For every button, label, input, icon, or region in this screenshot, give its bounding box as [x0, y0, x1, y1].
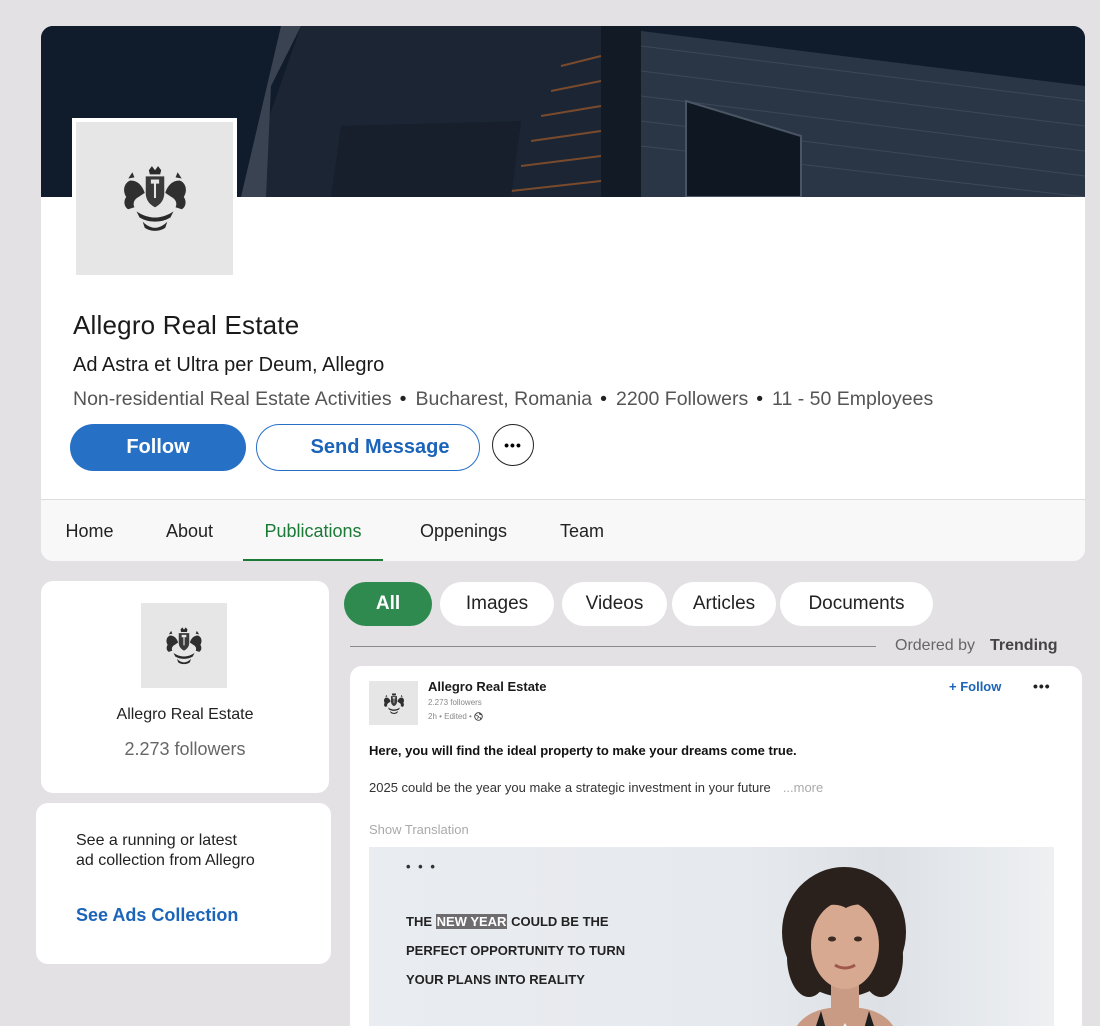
post-followers: 2.273 followers — [428, 698, 482, 707]
caption-text: THE — [406, 914, 436, 929]
filter-documents[interactable]: Documents — [780, 582, 933, 626]
post-card: Allegro Real Estate 2.273 followers 2h •… — [350, 666, 1082, 1026]
more-options-icon[interactable]: ••• — [492, 424, 534, 466]
show-translation-link[interactable]: Show Translation — [369, 822, 469, 837]
caption-highlight: NEW YEAR — [435, 914, 508, 929]
company-name: Allegro Real Estate — [73, 310, 300, 340]
profile-tabs: Home About Publications Oppenings Team — [41, 499, 1085, 561]
tab-team[interactable]: Team — [558, 500, 606, 561]
meta-separator: • — [756, 388, 764, 410]
company-profile-card: Allegro Real Estate Ad Astra et Ultra pe… — [41, 26, 1085, 561]
ads-description: See a running or latest ad collection fr… — [76, 832, 255, 869]
post-body: 2025 could be the year you make a strate… — [369, 780, 823, 795]
person-photo — [782, 867, 906, 1026]
post-more-icon[interactable]: ••• — [1033, 678, 1051, 694]
send-message-button[interactable]: Send Message — [256, 424, 480, 471]
company-meta: Non-residential Real Estate Activities •… — [73, 388, 933, 411]
summary-company-name: Allegro Real Estate — [116, 706, 254, 723]
meta-separator: • — [399, 388, 407, 410]
order-label: Ordered by — [895, 637, 976, 654]
globe-icon — [474, 712, 483, 721]
filter-articles[interactable]: Articles — [672, 582, 776, 626]
crest-logo-icon — [166, 626, 202, 664]
post-headline: Here, you will find the ideal property t… — [369, 743, 797, 758]
post-image[interactable]: • • • THE NEW YEAR COULD BE THE PERFECT … — [369, 847, 1054, 1026]
post-follow-button[interactable]: + Follow — [949, 679, 1001, 694]
crest-logo-icon — [123, 165, 186, 231]
tab-oppenings[interactable]: Oppenings — [415, 500, 512, 561]
tab-publications[interactable]: Publications — [243, 500, 383, 561]
ads-collection-card: See a running or latest ad collection fr… — [36, 803, 331, 964]
industry: Non-residential Real Estate Activities — [73, 388, 392, 410]
follow-button[interactable]: Follow — [70, 424, 246, 471]
location: Bucharest, Romania — [415, 388, 593, 410]
company-summary-card: Allegro Real Estate 2.273 followers — [41, 581, 329, 793]
tab-home[interactable]: Home — [62, 500, 117, 561]
filter-videos[interactable]: Videos — [562, 582, 667, 626]
order-dropdown[interactable]: Trending — [990, 637, 1058, 655]
caption-line: YOUR PLANS INTO REALITY — [406, 972, 585, 987]
follower-count: 2200 Followers — [615, 388, 749, 410]
image-dots: • • • — [406, 859, 437, 874]
see-more-link[interactable]: ...more — [783, 780, 823, 795]
company-tagline: Ad Astra et Ultra per Deum, Allegro — [73, 354, 385, 376]
filter-images[interactable]: Images — [440, 582, 554, 626]
post-time: 2h • Edited • — [428, 712, 483, 721]
summary-followers: 2.273 followers — [124, 739, 246, 759]
post-avatar[interactable] — [369, 681, 418, 725]
post-author[interactable]: Allegro Real Estate — [428, 679, 547, 694]
company-logo-small[interactable] — [141, 603, 227, 688]
company-logo[interactable] — [72, 118, 237, 279]
meta-separator: • — [600, 388, 607, 410]
filter-all[interactable]: All — [344, 582, 432, 626]
crest-logo-icon — [383, 692, 404, 714]
post-timestamp: 2h • Edited • — [428, 712, 472, 721]
caption-text: COULD BE THE — [507, 914, 609, 929]
image-caption: THE NEW YEAR COULD BE THE PERFECT OPPORT… — [406, 907, 625, 994]
post-body-text: 2025 could be the year you make a strate… — [369, 780, 771, 795]
divider — [350, 646, 876, 647]
see-ads-collection-link[interactable]: See Ads Collection — [76, 905, 238, 926]
tab-about[interactable]: About — [162, 500, 217, 561]
employee-count: 11 - 50 Employees — [772, 388, 934, 410]
caption-line: PERFECT OPPORTUNITY TO TURN — [406, 943, 626, 958]
